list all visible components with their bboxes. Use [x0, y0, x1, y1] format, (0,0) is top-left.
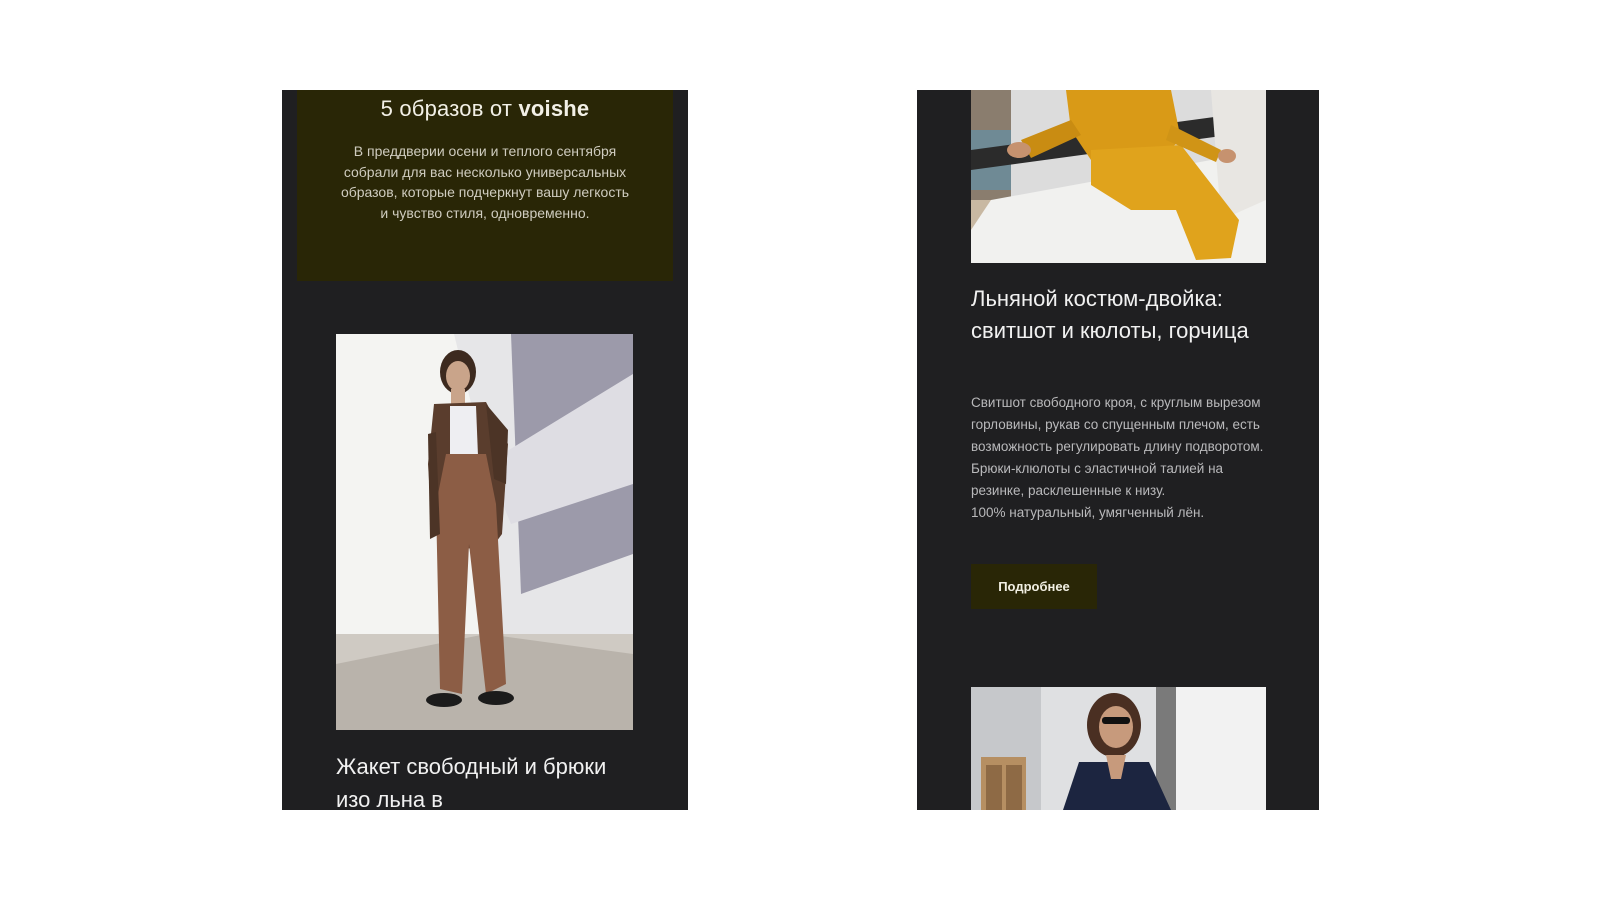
- email-preview-left[interactable]: 5 образов от voishe В преддверии осени и…: [282, 90, 688, 810]
- intro-title-prefix: 5 образов от: [380, 96, 519, 121]
- more-details-button[interactable]: Подробнее: [971, 564, 1097, 609]
- email-preview-right[interactable]: Льняной костюм-двойка: свитшот и кюлоты,…: [917, 90, 1319, 810]
- product-description: Свитшот свободного кроя, с круглым вырез…: [971, 392, 1267, 524]
- intro-text: В преддверии осени и теплого сентября со…: [340, 143, 630, 221]
- look-title: Жакет свободный и брюки изо льна в: [336, 754, 607, 810]
- intro-title: 5 образов от voishe: [297, 96, 673, 122]
- look-photo-navy-shirt[interactable]: [971, 687, 1266, 810]
- product-material-text: 100% натуральный, умягченный лён.: [971, 505, 1205, 520]
- product-description-text: Свитшот свободного кроя, с круглым вырез…: [971, 395, 1264, 498]
- look-photo-mustard-suit[interactable]: [971, 90, 1266, 263]
- brand-name: voishe: [518, 96, 590, 121]
- product-title: Льняной костюм-двойка: свитшот и кюлоты,…: [971, 286, 1249, 343]
- look-photo-brown-suit[interactable]: [336, 334, 633, 730]
- intro-banner: 5 образов от voishe В преддверии осени и…: [297, 90, 673, 281]
